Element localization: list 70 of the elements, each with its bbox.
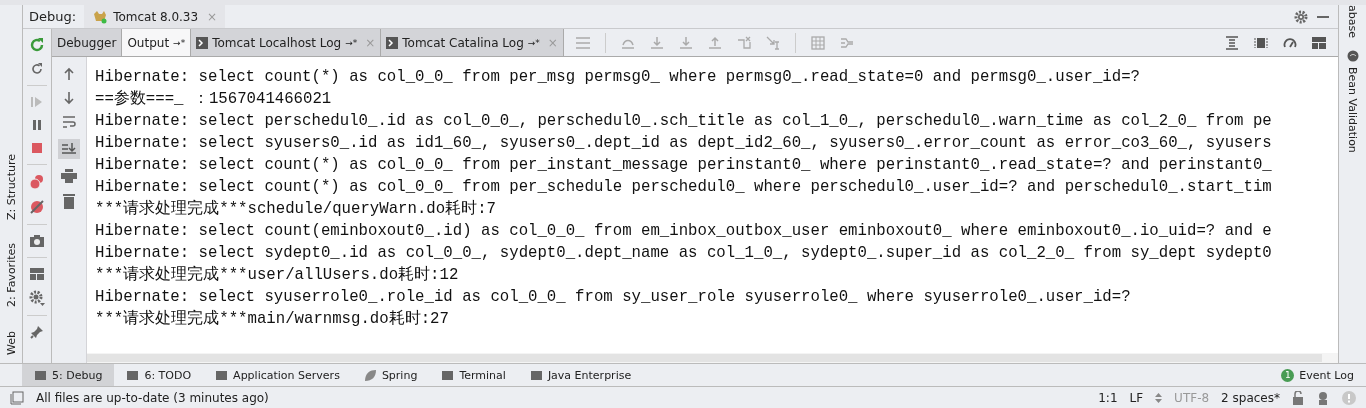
down-arrow-icon[interactable] bbox=[63, 91, 75, 105]
indent-setting[interactable]: 2 spaces* bbox=[1221, 390, 1280, 405]
soft-wrap-icon[interactable] bbox=[62, 115, 76, 129]
print-icon[interactable] bbox=[61, 169, 77, 183]
console-line: ==参数===_ ：1567041466021 bbox=[95, 89, 333, 110]
tool-window-tab[interactable]: Spring bbox=[351, 364, 430, 387]
bean-validation-tab[interactable]: Bean Validation bbox=[1346, 49, 1359, 153]
lock-icon[interactable] bbox=[1292, 390, 1304, 405]
trash-icon[interactable] bbox=[63, 193, 75, 209]
refresh-icon[interactable] bbox=[30, 62, 44, 76]
pin-icon[interactable] bbox=[30, 325, 44, 339]
console-line: Hibernate: select syuserrole0_.role_id as col_0_0_ from sy_user_role syuserrole0_ where syuserrole0_.user_id=? bbox=[95, 287, 1132, 308]
console-line: ***请求处理完成***main/warnmsg.do耗时:27 bbox=[95, 308, 450, 330]
scroll-to-end-icon[interactable] bbox=[58, 139, 80, 159]
console-line: Hibernate: select count(*) as col_0_0_ from per_msg permsg0_ where permsg0_.read_state=0 and permsg0_.user_id=? bbox=[95, 67, 1141, 88]
tool-window-tab[interactable]: Terminal bbox=[429, 364, 518, 387]
status-message: All files are up-to-date (3 minutes ago) bbox=[36, 390, 269, 405]
settings-icon[interactable] bbox=[1294, 9, 1308, 24]
tool-windows-icon[interactable] bbox=[10, 390, 24, 405]
mute-breakpoints-icon[interactable] bbox=[29, 199, 45, 215]
tab[interactable]: Tomcat Localhost Log →* × bbox=[191, 29, 382, 56]
line-separator[interactable]: LF bbox=[1129, 390, 1144, 405]
tab[interactable]: Debugger bbox=[52, 29, 123, 56]
gauge-icon[interactable] bbox=[1283, 35, 1297, 50]
console-line: ***请求处理完成***schedule/queryWarn.do耗时:7 bbox=[95, 198, 497, 220]
web-tab[interactable]: Web bbox=[4, 331, 18, 356]
console-icon bbox=[386, 36, 399, 49]
console-line: Hibernate: select count(*) as col_0_0_ from per_schedule perschedul0_ where perschedul0_.user_id=? and perschedul0_.start_tim bbox=[95, 177, 1273, 198]
console-line: Hibernate: select syusers0_.id as id1_60_, syusers0_.dept_id as dept_id2_60_, syusers0_.error_count as error_co3_60_, syusers bbox=[95, 133, 1273, 154]
console-line: ***请求处理完成***user/allUsers.do耗时:12 bbox=[95, 264, 460, 286]
console-line: Hibernate: select sydept0_.id as col_0_0_, sydept0_.dept_name as col_1_0_, sydept0_.super_id as col_2_0_ from sy_dept sydept0 bbox=[95, 243, 1273, 264]
event-log-tab[interactable]: 1 Event Log bbox=[1269, 364, 1366, 387]
console-line: Hibernate: select count(eminboxout0_.id) as col_0_0_ from em_inbox_outbox_user eminboxout0_ where eminboxout0_.io_uid=? and e bbox=[95, 221, 1273, 242]
force-step-into-icon[interactable] bbox=[678, 35, 693, 50]
bean-icon bbox=[1346, 49, 1359, 62]
breakpoints-icon[interactable] bbox=[29, 174, 45, 190]
frames-icon[interactable] bbox=[1254, 35, 1268, 50]
tab[interactable]: Output →* bbox=[122, 29, 192, 56]
updown-icon[interactable] bbox=[1155, 392, 1163, 403]
count-badge: 1 bbox=[1281, 368, 1295, 382]
debug-label: Debug: bbox=[29, 9, 77, 24]
resume-icon bbox=[30, 95, 44, 109]
tool-window-tab[interactable]: 6: TODO bbox=[114, 364, 204, 387]
settings-icon[interactable] bbox=[29, 290, 45, 306]
layout-icon[interactable] bbox=[29, 267, 45, 281]
tool-window-tab[interactable]: 5: Debug bbox=[22, 364, 115, 387]
camera-icon[interactable] bbox=[29, 234, 45, 248]
structure-tab[interactable]: Z: Structure bbox=[4, 153, 18, 220]
tab[interactable]: Tomcat Catalina Log →* × bbox=[381, 29, 564, 56]
tool-window-tab[interactable]: Java Enterprise bbox=[517, 364, 644, 387]
run-to-cursor-icon[interactable] bbox=[765, 35, 780, 50]
session-tab[interactable]: Tomcat 8.0.33 × bbox=[84, 5, 226, 28]
cat-icon bbox=[92, 9, 109, 24]
console-icon bbox=[196, 36, 209, 49]
console-line: Hibernate: select count(*) as col_0_0_ from per_instant_message perinstant0_ where perinstant0_.read_state=? and perinstant0_ bbox=[95, 155, 1273, 176]
caret-position[interactable]: 1:1 bbox=[1098, 390, 1118, 405]
scrollbar-thumb[interactable] bbox=[87, 354, 1322, 363]
drop-frame-icon[interactable] bbox=[736, 35, 751, 50]
database-tab[interactable]: abase bbox=[1346, 5, 1359, 38]
layout-icon[interactable] bbox=[1312, 35, 1326, 50]
pause-icon[interactable] bbox=[30, 118, 44, 132]
step-into-icon[interactable] bbox=[649, 35, 664, 50]
stop-icon[interactable] bbox=[30, 141, 44, 155]
favorites-tab[interactable]: 2: Favorites bbox=[4, 243, 18, 308]
step-out-icon[interactable] bbox=[707, 35, 722, 50]
tool-window-tab[interactable]: Application Servers bbox=[203, 364, 352, 387]
align-icon[interactable] bbox=[1225, 35, 1239, 50]
console-line: Hibernate: select perschedul0_.id as col_0_0_, perschedul0_.sch_title as col_1_0_, perschedul0_.warn_time as col_2_0_ from pe bbox=[95, 111, 1273, 132]
rerun-icon[interactable] bbox=[29, 37, 45, 53]
up-arrow-icon[interactable] bbox=[63, 67, 75, 81]
